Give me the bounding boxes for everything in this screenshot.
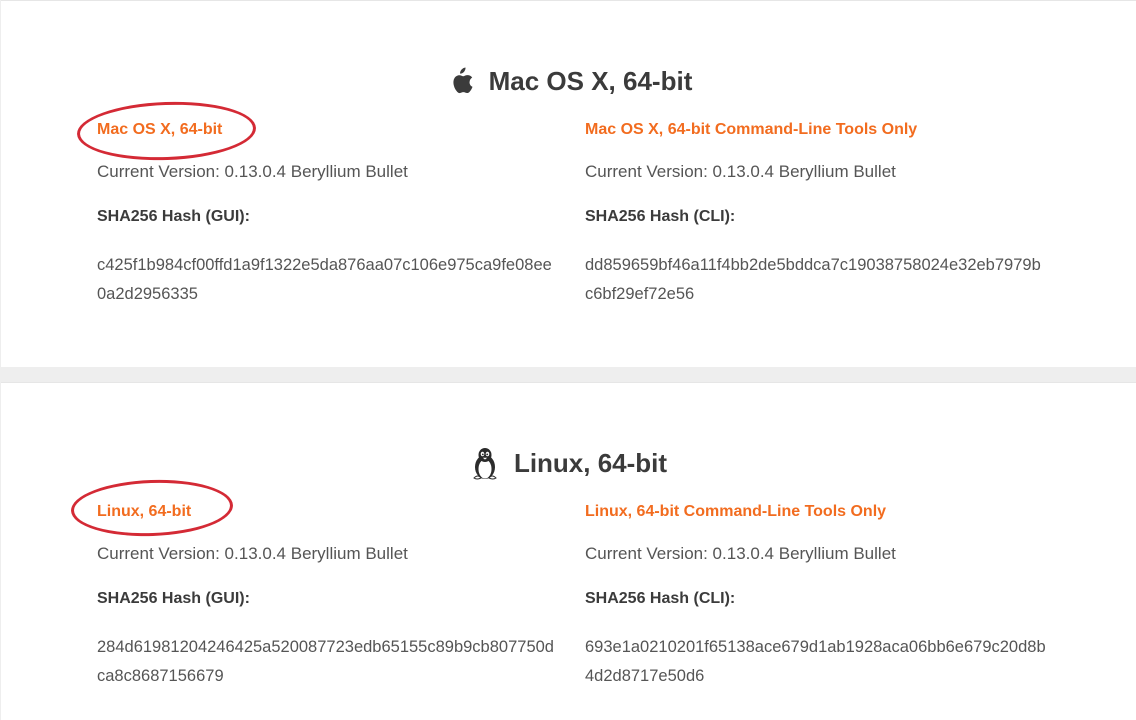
linux-gui-version: Current Version: 0.13.0.4 Beryllium Bull…: [97, 544, 408, 563]
mac-cli-column: Mac OS X, 64-bit Command-Line Tools Only…: [585, 120, 1055, 309]
linux-cli-hash-value: 693e1a0210201f65138ace679d1ab1928aca06bb…: [585, 638, 1046, 685]
mac-gui-download-link[interactable]: Mac OS X, 64-bit: [97, 120, 567, 140]
linux-title-text: Linux, 64-bit: [513, 448, 668, 478]
linux-gui-hash-value: 284d61981204246425a520087723edb65155c89b…: [97, 638, 554, 685]
linux-gui-column: Linux, 64-bit Current Version: 0.13.0.4 …: [97, 502, 567, 691]
mac-cli-download-link[interactable]: Mac OS X, 64-bit Command-Line Tools Only: [585, 120, 1055, 140]
linux-gui-hash-label: SHA256 Hash (GUI):: [97, 590, 250, 607]
linux-cli-download-link[interactable]: Linux, 64-bit Command-Line Tools Only: [585, 502, 1055, 522]
linux-cli-version: Current Version: 0.13.0.4 Beryllium Bull…: [585, 544, 896, 563]
linux-section-title: Linux, 64-bit: [1, 447, 1136, 488]
mac-gui-hash-label: SHA256 Hash (GUI):: [97, 208, 250, 225]
mac-download-section: Mac OS X, 64-bit Mac OS X, 64-bit Curren…: [1, 0, 1136, 367]
linux-cli-hash-label: SHA256 Hash (CLI):: [585, 590, 736, 607]
tux-penguin-icon: [470, 447, 500, 480]
linux-download-section: Linux, 64-bit Linux, 64-bit Current Vers…: [1, 382, 1136, 720]
mac-cli-hash-value: dd859659bf46a11f4bb2de5bddca7c1903875802…: [585, 256, 1041, 303]
linux-gui-download-link[interactable]: Linux, 64-bit: [97, 502, 567, 522]
mac-gui-version: Current Version: 0.13.0.4 Beryllium Bull…: [97, 162, 408, 181]
mac-gui-hash-value: c425f1b984cf00ffd1a9f1322e5da876aa07c106…: [97, 256, 552, 303]
mac-cli-hash-label: SHA256 Hash (CLI):: [585, 208, 736, 225]
mac-section-title: Mac OS X, 64-bit: [1, 65, 1136, 104]
apple-icon: [445, 65, 475, 97]
mac-gui-column: Mac OS X, 64-bit Current Version: 0.13.0…: [97, 120, 567, 309]
mac-title-text: Mac OS X, 64-bit: [488, 66, 693, 96]
linux-cli-column: Linux, 64-bit Command-Line Tools Only Cu…: [585, 502, 1055, 691]
mac-cli-version: Current Version: 0.13.0.4 Beryllium Bull…: [585, 162, 896, 181]
